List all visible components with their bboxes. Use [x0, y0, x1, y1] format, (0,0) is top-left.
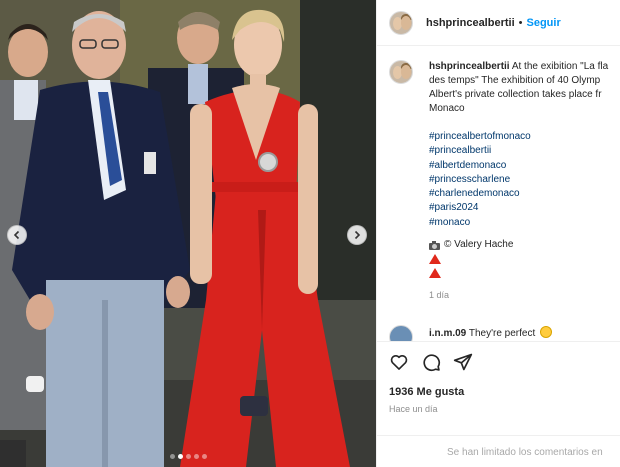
caption-author-avatar[interactable]	[389, 60, 413, 84]
post-media[interactable]	[0, 0, 376, 467]
caption-body: hshprincealbertii At the exibition "La f…	[429, 60, 620, 302]
carousel-dot	[193, 454, 199, 459]
hashtag-link[interactable]: #albertdemonaco	[429, 159, 620, 173]
red-triangle-icon	[429, 268, 441, 279]
caption-text-line1: At the exibition "La fla	[511, 61, 609, 72]
carousel-dot	[169, 454, 175, 459]
caption-timestamp[interactable]: 1 día	[429, 288, 620, 302]
follow-button[interactable]: Seguir	[527, 17, 561, 29]
hashtag-link[interactable]: #paris2024	[429, 201, 620, 215]
commenter-username[interactable]: i.n.m.09	[429, 328, 466, 339]
next-image-button[interactable]	[347, 225, 367, 245]
warning-row	[429, 252, 620, 266]
comments-limited-text: Se han limitado los comentarios en	[447, 447, 603, 458]
smiling-face-icon	[540, 326, 553, 338]
post-actions-section: 1936 Me gusta Hace un día	[377, 341, 620, 435]
separator-dot: •	[518, 16, 523, 29]
comment-body: They're perfect	[468, 328, 536, 339]
carousel-indicator	[0, 454, 376, 459]
author-avatar[interactable]	[389, 10, 413, 35]
previous-image-button[interactable]	[7, 225, 27, 245]
carousel-dot-active	[177, 454, 183, 459]
hashtag-link[interactable]: #charlenedemonaco	[429, 187, 620, 201]
hashtag-link[interactable]: #princealbertii	[429, 144, 620, 158]
comment-text: i.n.m.09 They're perfect	[429, 326, 553, 339]
chevron-right-icon	[354, 230, 361, 240]
carousel-dot	[185, 454, 191, 459]
post-header: hshprincealbertii • Seguir	[377, 0, 620, 46]
carousel-dot	[201, 454, 207, 459]
author-username[interactable]: hshprincealbertii	[426, 17, 515, 29]
comments-limited-notice: Se han limitado los comentarios en	[377, 435, 620, 467]
camera-icon	[429, 240, 440, 250]
action-bar	[389, 352, 473, 372]
caption-text-line2: des temps" The exhibition of 40 Olymp	[429, 75, 601, 86]
hashtag-link[interactable]: #monaco	[429, 216, 620, 230]
caption-username[interactable]: hshprincealbertii	[429, 61, 510, 72]
hashtag-link[interactable]: #princesscharlene	[429, 173, 620, 187]
heart-icon[interactable]	[389, 352, 409, 372]
post-side-panel: hshprincealbertii • Seguir hshprincealbe…	[376, 0, 620, 467]
photo-credit: © Valery Hache	[429, 238, 620, 252]
caption-line: hshprincealbertii At the exibition "La f…	[429, 60, 620, 74]
commenter-avatar[interactable]	[389, 325, 413, 341]
warning-row	[429, 266, 620, 280]
comments-scroll-area[interactable]: hshprincealbertii At the exibition "La f…	[377, 47, 620, 341]
photo-credit-text: © Valery Hache	[444, 239, 514, 251]
chevron-left-icon	[13, 230, 20, 240]
hashtag-link[interactable]: #princealbertofmonaco	[429, 130, 620, 144]
caption-text-line4: Monaco	[429, 103, 465, 114]
red-triangle-icon	[429, 254, 441, 265]
post-photo	[0, 0, 376, 467]
like-count[interactable]: 1936 Me gusta	[389, 386, 464, 398]
post-timestamp[interactable]: Hace un día	[389, 404, 438, 414]
caption-text-line3: Albert's private collection takes place …	[429, 89, 602, 100]
hashtag-list: #princealbertofmonaco #princealbertii #a…	[429, 130, 620, 230]
paper-plane-icon[interactable]	[453, 352, 473, 372]
comment-bubble-icon[interactable]	[421, 352, 441, 372]
